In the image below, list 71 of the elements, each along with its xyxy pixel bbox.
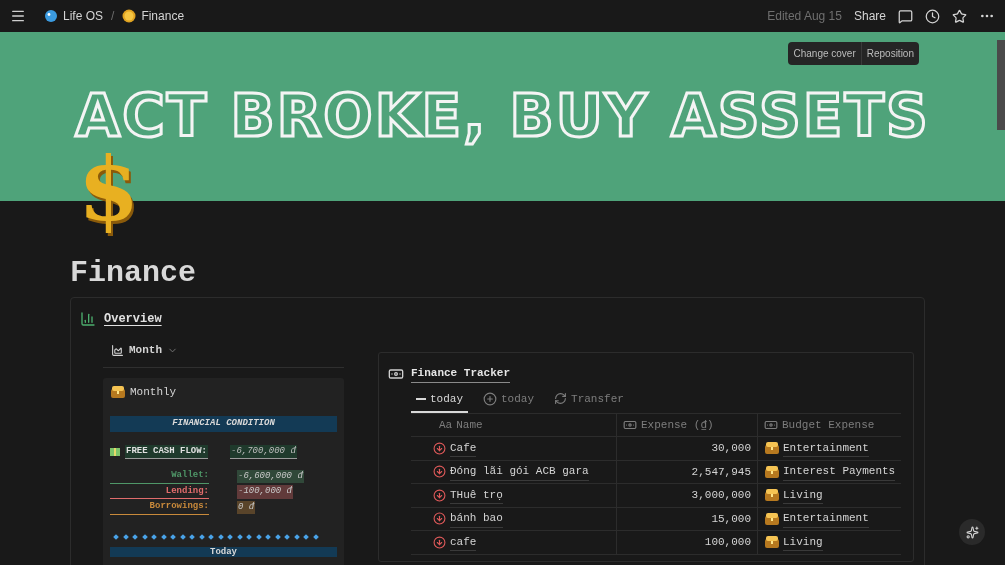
table-cell[interactable]: Living bbox=[783, 486, 823, 504]
menu-icon[interactable] bbox=[10, 8, 26, 24]
column-header[interactable]: Aa Name bbox=[411, 414, 616, 436]
table-cell: 3,000,000 bbox=[616, 484, 757, 507]
star-icon[interactable] bbox=[952, 8, 967, 24]
banknote-icon bbox=[623, 418, 637, 432]
overview-heading: Overview bbox=[104, 311, 162, 328]
table-cell[interactable]: Interest Payments bbox=[783, 463, 896, 481]
table-cell[interactable]: Living bbox=[783, 533, 823, 551]
table-cell[interactable]: Entertainment bbox=[783, 439, 869, 457]
treasure-chest-icon bbox=[764, 535, 780, 550]
cover-action-button[interactable]: Reposition bbox=[860, 42, 919, 65]
condition-label: Borrowings: bbox=[110, 500, 209, 515]
treasure-chest-icon bbox=[764, 488, 780, 503]
view-tab[interactable]: Month bbox=[103, 342, 344, 368]
view-tab[interactable]: Transfer bbox=[549, 390, 629, 413]
text-type-icon: Aa bbox=[439, 416, 453, 434]
minus-icon bbox=[416, 397, 426, 400]
breadcrumb-link[interactable]: Finance bbox=[122, 7, 185, 25]
table-cell: 2,547,945 bbox=[616, 460, 757, 483]
card-title: Monthly bbox=[130, 384, 177, 400]
arrow-down-icon bbox=[433, 465, 446, 479]
condition-label: Wallet: bbox=[110, 469, 209, 484]
page-title: Finance bbox=[70, 255, 198, 291]
table-cell[interactable]: Đóng lãi gói ACB gara bbox=[450, 463, 589, 481]
sparkle-icon bbox=[965, 525, 979, 539]
table-cell[interactable]: bánh bao bbox=[450, 510, 503, 528]
arrow-down-icon bbox=[433, 441, 446, 455]
free-cash-flow-value: -6,700,000 đ bbox=[230, 444, 297, 459]
section-header: Today bbox=[110, 546, 337, 557]
cover-headline: ACT BROKE, BUY ASSETS bbox=[75, 81, 930, 152]
table-cell: 15,000 bbox=[616, 507, 757, 530]
treasure-chest-icon bbox=[764, 464, 780, 479]
treasure-chest-icon bbox=[764, 441, 780, 456]
condition-label: Lending: bbox=[110, 484, 209, 499]
clock-icon[interactable] bbox=[925, 8, 940, 24]
table-cell: 100,000 bbox=[616, 531, 757, 554]
edited-timestamp: Edited Aug 15 bbox=[767, 8, 842, 25]
breadcrumb-link[interactable]: Life OS bbox=[44, 7, 104, 25]
share-button[interactable]: Share bbox=[853, 7, 886, 25]
condition-value: 0 đ bbox=[237, 500, 256, 514]
table-cell: 30,000 bbox=[616, 437, 757, 460]
area-chart-icon bbox=[111, 343, 124, 357]
cover-action-button[interactable]: Change cover bbox=[788, 42, 861, 65]
arrow-down-icon bbox=[433, 535, 446, 549]
condition-value: -6,600,000 đ bbox=[237, 469, 304, 483]
column-header[interactable]: Budget Expense bbox=[757, 414, 901, 436]
table-cell[interactable]: Entertainment bbox=[783, 510, 869, 528]
arrow-down-icon bbox=[433, 512, 446, 526]
treasure-chest-icon bbox=[110, 384, 126, 399]
treasure-chest-icon bbox=[764, 511, 780, 526]
table-cell[interactable]: Cafe bbox=[450, 439, 477, 457]
plus-circle-icon bbox=[483, 391, 497, 406]
scrollbar[interactable] bbox=[997, 40, 1005, 130]
banknote-icon bbox=[764, 418, 778, 432]
section-header: FINANCIAL CONDITION bbox=[110, 416, 337, 432]
bar-chart-icon bbox=[80, 311, 96, 327]
table-cell[interactable]: cafe bbox=[450, 533, 477, 551]
table-cell[interactable]: THuê trọ bbox=[450, 486, 503, 504]
view-tab[interactable]: today bbox=[411, 390, 468, 413]
cash-icon bbox=[110, 447, 120, 456]
breadcrumb-separator: / bbox=[111, 8, 115, 25]
refresh-icon bbox=[554, 392, 568, 406]
tracker-title: Finance Tracker bbox=[411, 365, 511, 383]
arrow-down-icon bbox=[433, 488, 446, 502]
view-tab[interactable]: today bbox=[478, 390, 540, 413]
condition-value: -100,000 đ bbox=[237, 485, 293, 499]
ai-assistant-button[interactable] bbox=[959, 519, 985, 545]
column-header[interactable]: Expense (₫) bbox=[616, 414, 757, 436]
free-cash-flow-label: FREE CASH FLOW: bbox=[125, 444, 208, 459]
comment-icon[interactable] bbox=[898, 8, 913, 24]
